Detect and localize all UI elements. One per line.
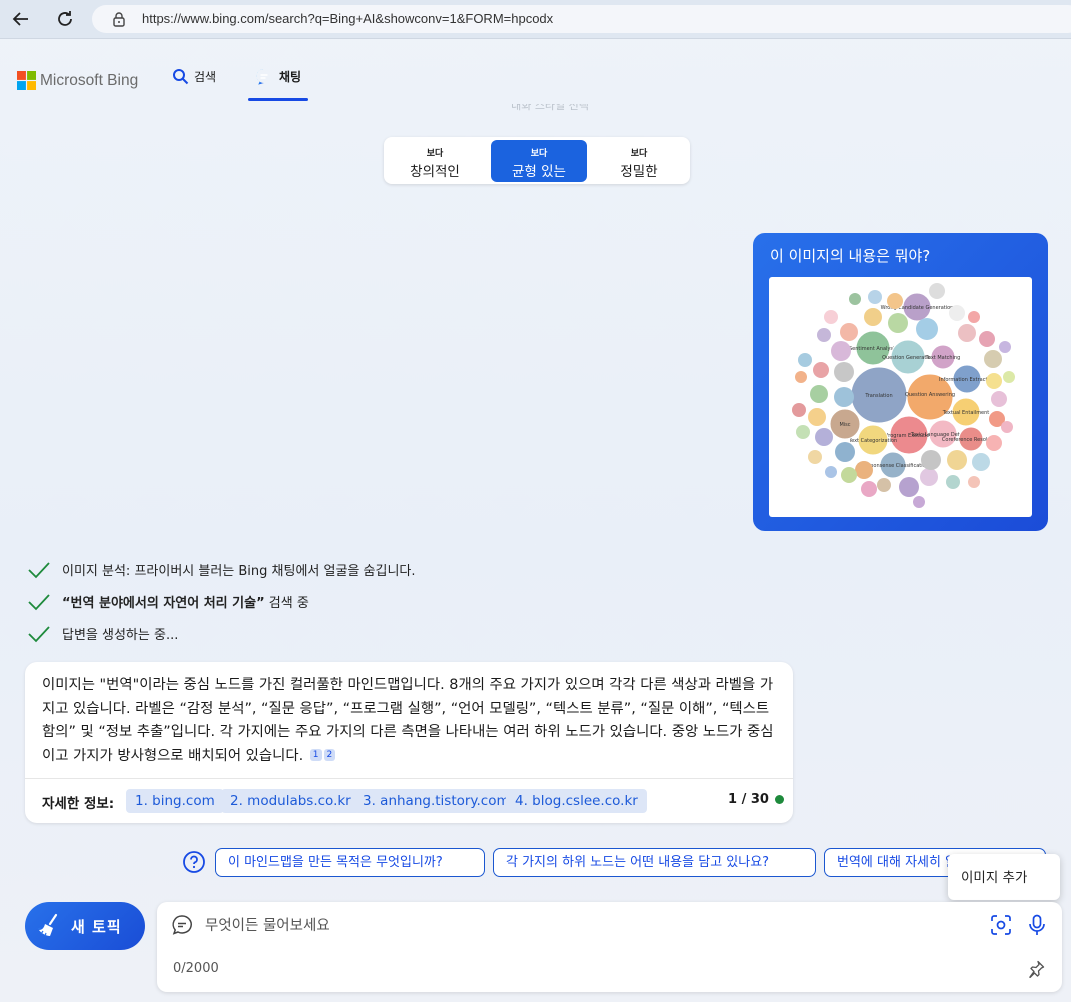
divider (25, 778, 793, 779)
visual-search-icon (991, 915, 1011, 935)
topic-label: Textual Entailment (942, 410, 990, 416)
source-link[interactable]: 4. blog.cslee.co.kr (506, 789, 647, 813)
tab-chat[interactable]: 채팅 (255, 68, 301, 85)
user-message: 이 이미지의 내용은 뭐야? Translation Question Answ… (753, 233, 1048, 531)
style-precise-prefix: 보다 (630, 149, 648, 159)
new-topic-label: 새 토픽 (71, 917, 122, 936)
character-count: 0/2000 (173, 961, 219, 976)
broom-icon (37, 913, 58, 937)
topic-label: Misc (839, 422, 850, 428)
answer-text: 이미지는 "번역"이라는 중심 노드를 가진 컬러풀한 마인드맵입니다. 8개의… (42, 677, 774, 764)
answer-body: 이미지는 "번역"이라는 중심 노드를 가진 컬러풀한 마인드맵입니다. 8개의… (42, 674, 782, 768)
user-uploaded-image[interactable]: Translation Question Answering Sentiment… (769, 277, 1032, 517)
suggestion-chip[interactable]: 각 가지의 하위 노드는 어떤 내용을 담고 있나요? (493, 848, 816, 877)
checkmark-icon (28, 561, 50, 578)
add-image-tooltip: 이미지 추가 (948, 854, 1060, 900)
chat-input-box: 0/2000 (157, 902, 1062, 992)
back-arrow-icon (12, 12, 28, 26)
user-message-text: 이 이미지의 내용은 뭐야? (770, 247, 931, 265)
source-link[interactable]: 3. anhang.tistory.com (354, 789, 519, 813)
suggestions-help-icon (182, 850, 206, 878)
faded-heading: 대화 스타일 선택 (511, 104, 589, 112)
style-creative-button[interactable]: 보다 창의적인 (387, 140, 483, 182)
chat-icon (256, 68, 268, 85)
browser-toolbar: https://www.bing.com/search?q=Bing+AI&sh… (0, 0, 1071, 39)
new-topic-button[interactable]: 새 토픽 (25, 902, 145, 950)
tab-chat-label: 채팅 (279, 70, 302, 84)
bubble-chart-image: Translation Question Answering Sentiment… (792, 283, 1015, 508)
topic-label: Translation (864, 393, 892, 399)
pin-icon (1029, 960, 1045, 978)
style-balanced-button[interactable]: 보다 균형 있는 (491, 140, 587, 182)
tab-search[interactable]: 검색 (172, 68, 216, 85)
bing-logo[interactable]: Microsoft Bing (17, 71, 138, 90)
tab-search-label: 검색 (194, 70, 217, 84)
checkmark-icon (28, 625, 50, 642)
back-button[interactable] (8, 6, 34, 32)
progress-step-text: 답변을 생성하는 중... (62, 628, 179, 643)
style-balanced-label: 균형 있는 (512, 164, 566, 180)
progress-step: 이미지 분석: 프라이버시 블러는 Bing 채팅에서 얼굴을 숨깁니다. (28, 560, 416, 579)
more-info-label: 자세한 정보: (42, 796, 115, 812)
topic-label: Text Matching (925, 355, 961, 361)
style-precise-button[interactable]: 보다 정밀한 (591, 140, 687, 182)
address-bar[interactable]: https://www.bing.com/search?q=Bing+AI&sh… (92, 5, 1071, 33)
progress-step-text: 검색 중 (264, 596, 309, 611)
url-text: https://www.bing.com/search?q=Bing+AI&sh… (142, 11, 554, 26)
lock-icon (112, 11, 126, 31)
suggestion-chip[interactable]: 이 마인드맵을 만든 목적은 무엇입니까? (215, 848, 485, 877)
refresh-button[interactable] (52, 6, 78, 32)
microsoft-logo-icon (17, 71, 36, 90)
citation-link[interactable]: 1 (309, 748, 322, 761)
citation-link[interactable]: 2 (323, 748, 336, 761)
status-dot (774, 795, 784, 804)
source-link[interactable]: 2. modulabs.co.kr (221, 789, 360, 813)
progress-step-query: “번역 분야에서의 자연어 처리 기술” (62, 596, 265, 611)
progress-step-text: 이미지 분석: 프라이버시 블러는 Bing 채팅에서 얼굴을 숨깁니다. (62, 564, 416, 579)
topic-label: Question Answering (905, 392, 955, 398)
active-tab-indicator (248, 98, 308, 101)
chat-bubble-icon (171, 914, 193, 936)
pin-button[interactable] (1027, 960, 1045, 978)
add-image-button[interactable] (990, 914, 1012, 936)
topic-label: Text Categorization (848, 438, 897, 444)
refresh-icon (58, 11, 72, 26)
conversation-style-selector: 보다 창의적인 보다 균형 있는 보다 정밀한 (384, 137, 690, 184)
turn-counter: 1 / 30 (728, 792, 784, 807)
progress-step: 답변을 생성하는 중... (28, 624, 178, 643)
microphone-button[interactable] (1027, 914, 1047, 936)
topic-label: Sentiment Analysis (849, 346, 897, 352)
microphone-icon (1029, 914, 1045, 935)
style-creative-prefix: 보다 (426, 149, 444, 159)
style-creative-label: 창의적인 (410, 164, 460, 180)
checkmark-icon (28, 593, 50, 610)
turn-count-text: 1 / 30 (728, 792, 769, 807)
logo-text: Microsoft Bing (40, 71, 139, 89)
style-precise-label: 정밀한 (620, 164, 658, 180)
search-icon (173, 69, 189, 85)
style-balanced-prefix: 보다 (530, 149, 548, 159)
chat-input[interactable] (205, 915, 905, 937)
source-link[interactable]: 1. bing.com (126, 789, 224, 813)
bot-answer-card: 이미지는 "번역"이라는 중심 노드를 가진 컬러풀한 마인드맵입니다. 8개의… (25, 662, 793, 823)
progress-step: “번역 분야에서의 자연어 처리 기술” 검색 중 (28, 592, 309, 611)
